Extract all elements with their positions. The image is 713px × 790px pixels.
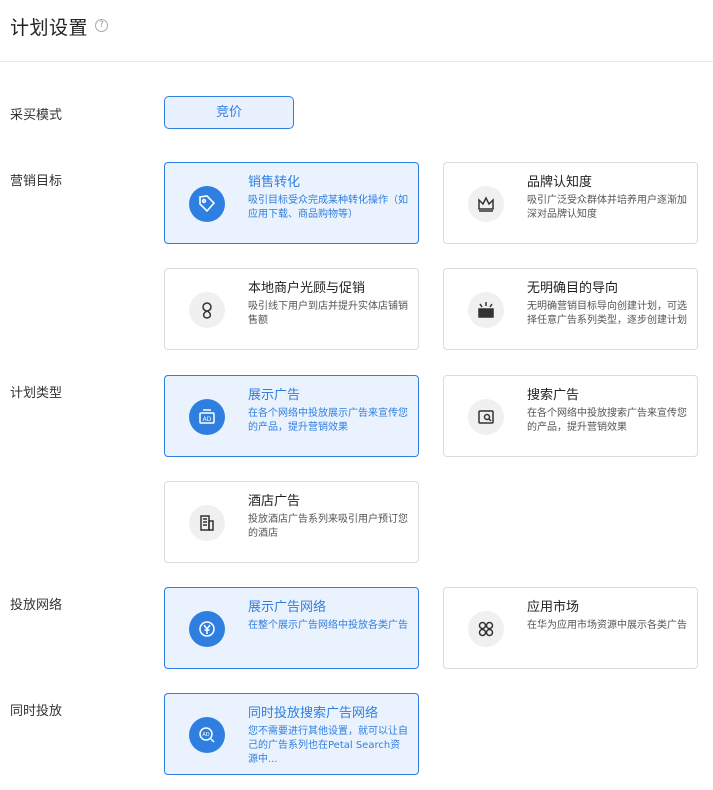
network-label: 投放网络 — [10, 598, 63, 613]
yen-icon — [189, 611, 225, 647]
network-card-display-network[interactable]: 展示广告网络 在整个展示广告网络中投放各类广告 — [164, 587, 419, 669]
simultaneous-card-search-network[interactable]: AD 同时投放搜索广告网络 您不需要进行其他设置，就可以让自己的广告系列也在Pe… — [164, 693, 419, 775]
goal-desc: 吸引广泛受众群体并培养用户逐渐加深对品牌认知度 — [527, 195, 687, 220]
plan-desc: 在各个网络中投放展示广告来宣传您的产品，提升营销效果 — [248, 408, 408, 433]
goal-card-no-specific-goal[interactable]: 无明确目的导向 无明确营销目标导向创建计划，可选择任意广告系列类型，逐步创建计划 — [443, 268, 698, 350]
search-ad-icon — [468, 399, 504, 435]
svg-text:AD: AD — [203, 416, 212, 423]
plan-title: 展示广告 — [248, 388, 301, 403]
plan-card-search-ad[interactable]: 搜索广告 在各个网络中投放搜索广告来宣传您的产品，提升营销效果 — [443, 375, 698, 457]
goal-desc: 吸引线下用户到店并提升实体店铺销售额 — [248, 301, 408, 326]
network-title: 应用市场 — [527, 600, 580, 615]
simultaneous-title: 同时投放搜索广告网络 — [248, 706, 379, 721]
goal-desc: 吸引目标受众完成某种转化操作（如应用下载、商品购物等） — [248, 195, 408, 220]
tag-icon — [189, 186, 225, 222]
goal-desc: 无明确营销目标导向创建计划，可选择任意广告系列类型，逐步创建计划 — [527, 301, 687, 326]
goal-card-sales-conversion[interactable]: 销售转化 吸引目标受众完成某种转化操作（如应用下载、商品购物等） — [164, 162, 419, 244]
box-icon — [468, 292, 504, 328]
plan-desc: 投放酒店广告系列来吸引用户预订您的酒店 — [248, 514, 408, 539]
goal-card-brand-awareness[interactable]: 品牌认知度 吸引广泛受众群体并培养用户逐渐加深对品牌认知度 — [443, 162, 698, 244]
plan-desc: 在各个网络中投放搜索广告来宣传您的产品，提升营销效果 — [527, 408, 687, 433]
hotel-icon — [189, 505, 225, 541]
svg-text:AD: AD — [202, 732, 209, 738]
goal-title: 销售转化 — [248, 175, 301, 190]
network-desc: 在整个展示广告网络中投放各类广告 — [248, 620, 408, 631]
network-desc: 在华为应用市场资源中展示各类广告 — [527, 620, 687, 631]
goal-title: 品牌认知度 — [527, 175, 593, 190]
simultaneous-label: 同时投放 — [10, 704, 63, 719]
simultaneous-desc: 您不需要进行其他设置，就可以让自己的广告系列也在Petal Search资源中.… — [248, 726, 408, 765]
purchase-mode-label: 采买模式 — [10, 108, 63, 123]
goal-title: 无明确目的导向 — [527, 281, 619, 296]
network-card-app-market[interactable]: 应用市场 在华为应用市场资源中展示各类广告 — [443, 587, 698, 669]
marketing-goal-label: 营销目标 — [10, 174, 63, 189]
goal-title: 本地商户光顾与促销 — [248, 281, 366, 296]
help-icon[interactable]: ? — [95, 19, 108, 32]
crown-icon — [468, 186, 504, 222]
apps-icon — [468, 611, 504, 647]
purchase-mode-bidding-button[interactable]: 竞价 — [164, 96, 294, 129]
goal-card-local-store[interactable]: 本地商户光顾与促销 吸引线下用户到店并提升实体店铺销售额 — [164, 268, 419, 350]
network-title: 展示广告网络 — [248, 600, 327, 615]
page-title: 计划设置 — [10, 17, 89, 39]
plan-card-display-ad[interactable]: AD 展示广告 在各个网络中投放展示广告来宣传您的产品，提升营销效果 — [164, 375, 419, 457]
plan-card-hotel-ad[interactable]: 酒店广告 投放酒店广告系列来吸引用户预订您的酒店 — [164, 481, 419, 563]
location-icon — [189, 292, 225, 328]
plan-title: 搜索广告 — [527, 388, 580, 403]
plan-type-label: 计划类型 — [10, 386, 63, 401]
search-ad-icon: AD — [189, 717, 225, 753]
ad-icon: AD — [189, 399, 225, 435]
plan-settings-header: 计划设置 ? — [0, 0, 713, 62]
plan-title: 酒店广告 — [248, 494, 301, 509]
